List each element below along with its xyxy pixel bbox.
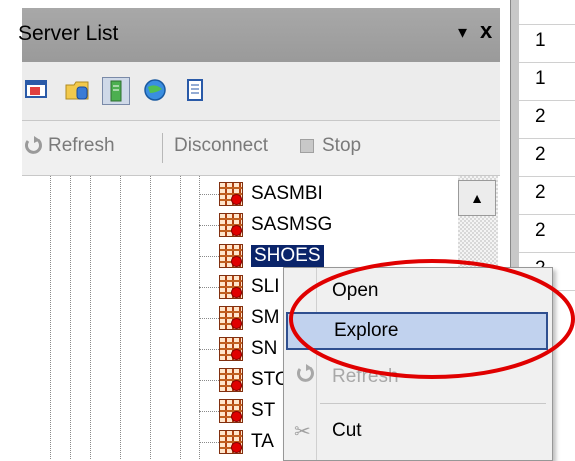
window-position-dropdown-icon[interactable]: ▾	[458, 22, 467, 43]
tree-item-label: SHOES	[251, 245, 324, 267]
right-pane-cell: 2	[535, 106, 546, 127]
database-icon	[219, 337, 243, 361]
database-icon	[219, 368, 243, 392]
database-icon	[219, 213, 243, 237]
right-pane-cell: 2	[535, 182, 546, 203]
row-divider	[519, 62, 575, 63]
database-icon	[219, 244, 243, 268]
tree-item[interactable]: ST	[219, 397, 275, 425]
toolbar-separator	[162, 133, 163, 163]
tree-item-label: SLI	[251, 276, 280, 297]
scroll-up-arrow-icon[interactable]: ▲	[458, 180, 496, 216]
stop-button[interactable]: Stop	[300, 135, 361, 157]
menu-item-label: Explore	[334, 320, 399, 341]
tree-connector	[199, 411, 219, 412]
row-divider	[519, 138, 575, 139]
tree-item[interactable]: SLI	[219, 273, 280, 301]
tree-guide-line	[180, 176, 181, 459]
row-divider	[519, 100, 575, 101]
database-icon	[219, 182, 243, 206]
database-icon	[219, 275, 243, 299]
tree-guide-line	[70, 176, 71, 459]
database-folder-icon[interactable]	[64, 77, 90, 103]
tree-item[interactable]: SN	[219, 335, 277, 363]
menu-item-cut[interactable]: ✂ Cut	[286, 412, 548, 450]
tree-guide-line	[150, 176, 151, 459]
globe-icon[interactable]	[142, 77, 168, 103]
refresh-icon	[25, 136, 42, 154]
action-toolbar: Refresh Disconnect Stop	[22, 121, 500, 176]
tree-item-label: SM	[251, 307, 280, 328]
stop-icon	[300, 139, 314, 153]
right-pane-cell: 2	[535, 144, 546, 165]
tree-guide-line	[90, 176, 91, 459]
tree-item-label: SN	[251, 338, 278, 359]
stop-label: Stop	[322, 135, 362, 156]
tree-guide-line	[120, 176, 121, 459]
scissors-icon: ✂	[294, 420, 311, 443]
document-icon[interactable]	[182, 77, 208, 103]
menu-separator	[320, 403, 546, 404]
right-pane-cell: 1	[535, 30, 546, 51]
server-window-icon[interactable]	[24, 77, 50, 103]
icon-toolbar	[22, 62, 500, 121]
context-menu: Open Explore Refresh ✂ Cut	[283, 267, 553, 461]
tree-connector	[199, 349, 219, 350]
menu-item-refresh[interactable]: Refresh	[286, 358, 548, 396]
row-divider	[519, 24, 575, 25]
tree-item[interactable]: STO	[219, 366, 290, 394]
server-tower-icon[interactable]	[102, 77, 130, 105]
database-icon	[219, 430, 243, 454]
database-icon	[219, 306, 243, 330]
tree-connector	[199, 256, 219, 257]
tree-connector	[199, 318, 219, 319]
tree-connector	[199, 287, 219, 288]
disconnect-button[interactable]: Disconnect	[174, 135, 268, 157]
tree-connector	[199, 194, 219, 195]
right-pane-cell: 1	[535, 68, 546, 89]
refresh-button[interactable]: Refresh	[22, 135, 115, 157]
database-icon	[219, 399, 243, 423]
tree-connector	[199, 225, 219, 226]
close-icon[interactable]: x	[480, 18, 492, 44]
panel-title-bar: Server List ▾ x	[18, 8, 500, 63]
tree-item[interactable]: SASMBI	[219, 180, 323, 208]
tree-item[interactable]: SASMSG	[219, 211, 332, 239]
menu-item-label: Open	[332, 280, 379, 301]
refresh-icon	[294, 363, 316, 391]
refresh-label: Refresh	[48, 135, 115, 156]
menu-item-open[interactable]: Open	[286, 272, 548, 310]
tree-connector	[199, 380, 219, 381]
right-pane-cell: 2	[535, 220, 546, 241]
row-divider	[519, 214, 575, 215]
row-divider	[519, 252, 575, 253]
tree-item[interactable]: SHOES	[219, 242, 324, 270]
tree-item-label: SASMSG	[251, 214, 333, 235]
tree-guide-line	[50, 176, 51, 459]
tree-item-label: TA	[251, 431, 274, 452]
tree-item-label: ST	[251, 400, 276, 421]
menu-item-explore[interactable]: Explore	[286, 312, 548, 350]
tree-item-label: SASMBI	[251, 183, 323, 204]
tree-item[interactable]: TA	[219, 428, 274, 456]
row-divider	[519, 176, 575, 177]
left-edge	[0, 0, 22, 459]
panel-title: Server List	[18, 22, 119, 45]
menu-item-label: Cut	[332, 420, 362, 441]
menu-item-label: Refresh	[332, 366, 399, 387]
tree-connector	[199, 442, 219, 443]
tree-item[interactable]: SM	[219, 304, 280, 332]
